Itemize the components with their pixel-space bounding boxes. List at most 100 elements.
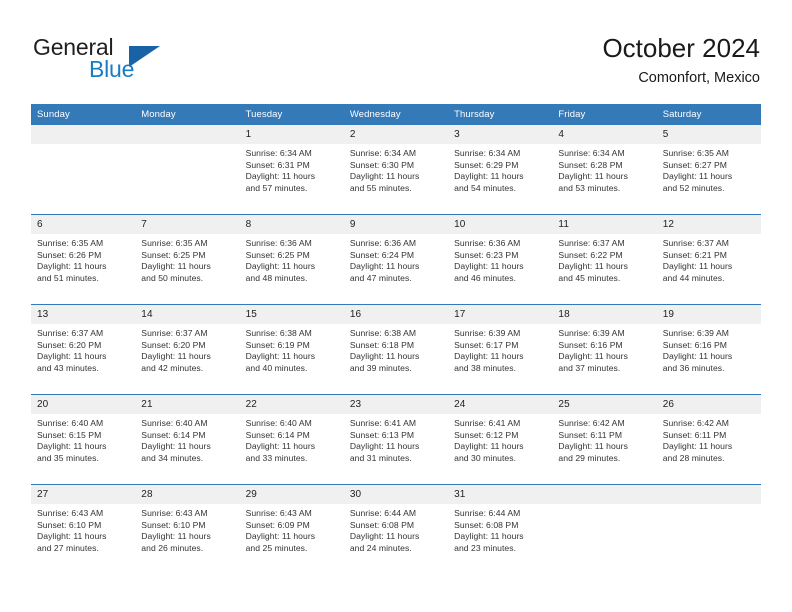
day-number: 27 [31,485,136,504]
day-details: Sunrise: 6:41 AM Sunset: 6:13 PM Daylight:… [344,414,448,465]
day-details: Sunrise: 6:35 AM Sunset: 6:27 PM Daylight:… [657,144,761,195]
daylight-text-line2: and 50 minutes. [141,273,204,284]
calendar-day-cell[interactable]: 16 Sunrise: 6:38 AM Sunset: 6:18 PM Dayligh… [343,304,449,395]
weekday-header-wednesday: Wednesday [343,104,449,125]
sunset-text: Sunset: 6:27 PM [662,159,727,170]
calendar-day-cell[interactable]: 18 Sunrise: 6:39 AM Sunset: 6:16 PM Dayligh… [552,304,657,395]
daylight-text-line1: Daylight: 11 hours [454,261,524,272]
calendar-day-cell[interactable]: 31 Sunrise: 6:44 AM Sunset: 6:08 PM Dayligh… [448,484,553,574]
day-details: Sunrise: 6:38 AM Sunset: 6:19 PM Daylight:… [240,324,344,375]
daylight-text-line1: Daylight: 11 hours [662,351,733,362]
calendar-grid: Sunday Monday Tuesday Wednesday Thursday… [31,104,761,574]
daylight-text-line2: and 42 minutes. [141,363,204,374]
calendar-day-cell[interactable]: 11 Sunrise: 6:37 AM Sunset: 6:22 PM Dayligh… [552,214,657,305]
sunrise-text: Sunrise: 6:35 AM [37,238,104,248]
day-details: Sunrise: 6:44 AM Sunset: 6:08 PM Daylight:… [344,504,448,555]
day-number: 21 [135,395,240,414]
daylight-text-line2: and 54 minutes. [454,183,517,194]
daylight-text-line2: and 33 minutes. [245,453,308,464]
sunrise-text: Sunrise: 6:34 AM [245,148,312,158]
calendar-day-cell[interactable]: 24 Sunrise: 6:41 AM Sunset: 6:12 PM Dayligh… [448,394,553,485]
sunset-text: Sunset: 6:08 PM [454,519,519,530]
calendar-day-cell[interactable]: 9 Sunrise: 6:36 AM Sunset: 6:24 PM Daylight… [343,214,449,305]
sunset-text: Sunset: 6:24 PM [349,249,415,260]
sunset-text: Sunset: 6:25 PM [141,249,206,260]
general-blue-logo[interactable]: General Blue [33,34,243,90]
daylight-text-line1: Daylight: 11 hours [558,441,628,452]
daylight-text-line2: and 38 minutes. [454,363,517,374]
page-title: October 2024 [602,33,760,63]
day-details: Sunrise: 6:36 AM Sunset: 6:23 PM Daylight:… [448,234,552,285]
sunset-text: Sunset: 6:14 PM [141,429,206,440]
sunset-text: Sunset: 6:30 PM [349,159,415,170]
daylight-text-line2: and 29 minutes. [558,453,621,464]
sunrise-text: Sunrise: 6:34 AM [349,148,417,158]
daylight-text-line1: Daylight: 11 hours [558,351,628,362]
daylight-text-line1: Daylight: 11 hours [349,171,420,182]
sunrise-text: Sunrise: 6:40 AM [245,418,312,428]
calendar-day-cell[interactable]: 10 Sunrise: 6:36 AM Sunset: 6:23 PM Dayligh… [448,214,553,305]
sunset-text: Sunset: 6:25 PM [245,249,310,260]
daylight-text-line1: Daylight: 11 hours [558,171,628,182]
sunrise-text: Sunrise: 6:41 AM [349,418,417,428]
daylight-text-line1: Daylight: 11 hours [454,351,524,362]
calendar-day-cell[interactable]: 1 Sunrise: 6:34 AM Sunset: 6:31 PM Daylight… [239,125,344,215]
daylight-text-line1: Daylight: 11 hours [454,171,524,182]
calendar-day-cell[interactable]: 8 Sunrise: 6:36 AM Sunset: 6:25 PM Daylight… [239,214,344,305]
calendar-week-row: 27 Sunrise: 6:43 AM Sunset: 6:10 PM Dayligh… [31,484,761,574]
calendar-day-cell[interactable]: 25 Sunrise: 6:42 AM Sunset: 6:11 PM Dayligh… [552,394,657,485]
day-number: 19 [656,305,761,324]
calendar-day-cell[interactable]: 23 Sunrise: 6:41 AM Sunset: 6:13 PM Dayligh… [343,394,449,485]
daylight-text-line2: and 31 minutes. [349,453,412,464]
calendar-week-row: 20 Sunrise: 6:40 AM Sunset: 6:15 PM Dayligh… [31,394,761,485]
sunset-text: Sunset: 6:12 PM [454,429,519,440]
day-number: 26 [656,395,761,414]
calendar-day-cell[interactable]: 30 Sunrise: 6:44 AM Sunset: 6:08 PM Dayligh… [343,484,449,574]
daylight-text-line2: and 26 minutes. [141,543,204,554]
calendar-day-cell[interactable]: 20 Sunrise: 6:40 AM Sunset: 6:15 PM Dayligh… [31,394,136,485]
day-number: 6 [31,215,136,234]
day-details: Sunrise: 6:36 AM Sunset: 6:25 PM Daylight:… [240,234,344,285]
calendar-day-cell[interactable]: 22 Sunrise: 6:40 AM Sunset: 6:14 PM Dayligh… [239,394,344,485]
sunrise-text: Sunrise: 6:38 AM [245,328,312,338]
calendar-day-cell[interactable]: 5 Sunrise: 6:35 AM Sunset: 6:27 PM Daylight… [656,125,761,215]
calendar-day-cell[interactable]: 7 Sunrise: 6:35 AM Sunset: 6:25 PM Daylight… [135,214,240,305]
daylight-text-line2: and 37 minutes. [558,363,621,374]
calendar-page: General Blue October 2024 Comonfort, Mex… [0,0,792,612]
calendar-body: 1 Sunrise: 6:34 AM Sunset: 6:31 PM Daylight… [31,125,761,574]
daylight-text-line2: and 39 minutes. [349,363,412,374]
daylight-text-line2: and 24 minutes. [349,543,412,554]
sunset-text: Sunset: 6:21 PM [662,249,727,260]
sunset-text: Sunset: 6:11 PM [662,429,727,440]
calendar-day-cell[interactable]: 29 Sunrise: 6:43 AM Sunset: 6:09 PM Dayligh… [239,484,344,574]
day-number: 2 [343,125,449,144]
calendar-week-row: 13 Sunrise: 6:37 AM Sunset: 6:20 PM Dayligh… [31,304,761,395]
day-number: 7 [135,215,240,234]
calendar-day-cell[interactable]: 27 Sunrise: 6:43 AM Sunset: 6:10 PM Dayligh… [31,484,136,574]
sunset-text: Sunset: 6:14 PM [245,429,310,440]
calendar-day-cell[interactable]: 2 Sunrise: 6:34 AM Sunset: 6:30 PM Daylight… [343,125,449,215]
daylight-text-line2: and 27 minutes. [37,543,99,554]
sunrise-text: Sunrise: 6:35 AM [662,148,729,158]
calendar-day-cell[interactable]: 28 Sunrise: 6:43 AM Sunset: 6:10 PM Dayligh… [135,484,240,574]
calendar-day-cell[interactable]: 17 Sunrise: 6:39 AM Sunset: 6:17 PM Dayligh… [448,304,553,395]
calendar-day-cell[interactable]: 13 Sunrise: 6:37 AM Sunset: 6:20 PM Dayligh… [31,304,136,395]
day-number: 1 [239,125,344,144]
day-number: 16 [343,305,449,324]
calendar-day-cell[interactable]: 15 Sunrise: 6:38 AM Sunset: 6:19 PM Dayligh… [239,304,344,395]
calendar-day-cell[interactable]: 19 Sunrise: 6:39 AM Sunset: 6:16 PM Dayligh… [656,304,761,395]
day-number: 25 [552,395,657,414]
calendar-day-cell[interactable]: 6 Sunrise: 6:35 AM Sunset: 6:26 PM Daylight… [31,214,136,305]
daylight-text-line1: Daylight: 11 hours [349,531,420,542]
sunrise-text: Sunrise: 6:34 AM [558,148,625,158]
sunrise-text: Sunrise: 6:39 AM [454,328,521,338]
calendar-week-row: 6 Sunrise: 6:35 AM Sunset: 6:26 PM Daylight… [31,214,761,305]
calendar-day-cell[interactable]: 12 Sunrise: 6:37 AM Sunset: 6:21 PM Dayligh… [656,214,761,305]
calendar-day-cell[interactable]: 4 Sunrise: 6:34 AM Sunset: 6:28 PM Daylight… [552,125,657,215]
calendar-day-cell[interactable]: 14 Sunrise: 6:37 AM Sunset: 6:20 PM Dayligh… [135,304,240,395]
calendar-day-cell[interactable]: 26 Sunrise: 6:42 AM Sunset: 6:11 PM Dayligh… [656,394,761,485]
masthead: General Blue October 2024 Comonfort, Mex… [0,0,792,100]
day-details: Sunrise: 6:43 AM Sunset: 6:10 PM Daylight:… [135,504,239,555]
calendar-day-cell[interactable]: 3 Sunrise: 6:34 AM Sunset: 6:29 PM Daylight… [448,125,553,215]
calendar-day-cell[interactable]: 21 Sunrise: 6:40 AM Sunset: 6:14 PM Dayligh… [135,394,240,485]
